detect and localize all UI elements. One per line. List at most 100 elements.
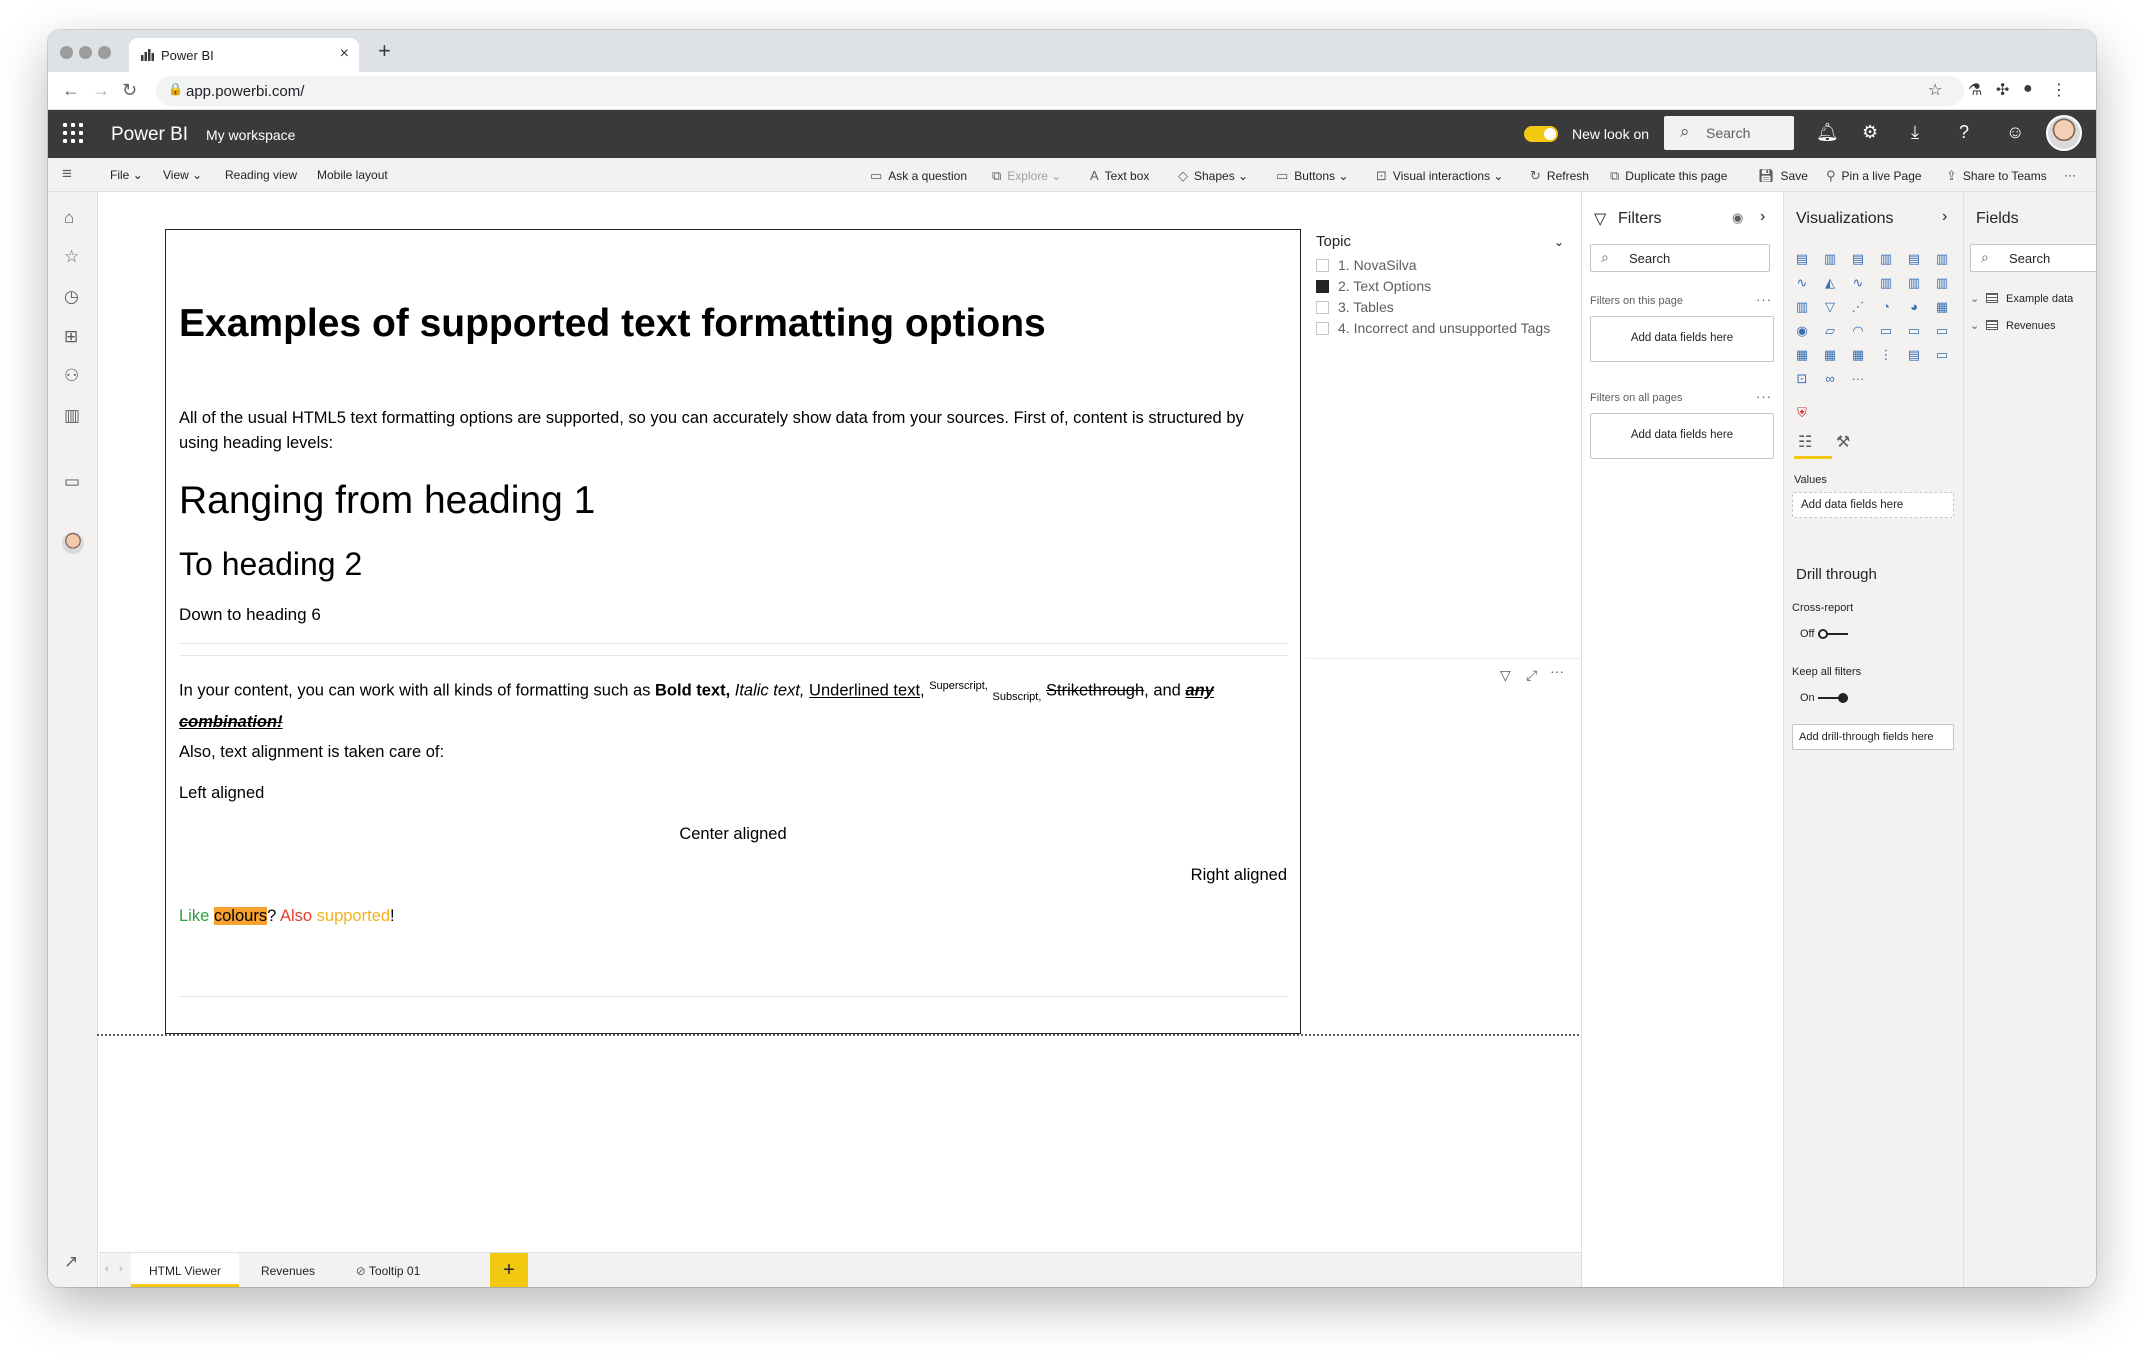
- stacked-area-visual-icon[interactable]: ∿: [1848, 274, 1868, 291]
- recent-clock-icon[interactable]: ◷: [64, 287, 79, 307]
- checkbox[interactable]: [1316, 259, 1329, 272]
- add-page-button[interactable]: +: [490, 1253, 528, 1287]
- shared-with-me-icon[interactable]: ⚇: [64, 366, 79, 386]
- workspaces-icon[interactable]: ▭: [64, 472, 80, 492]
- filters-search[interactable]: ⌕ Search: [1590, 244, 1770, 272]
- explore-button[interactable]: ⧉ Explore ⌄: [992, 168, 1061, 184]
- line-visual-icon[interactable]: ∿: [1792, 274, 1812, 291]
- chevron-down-icon[interactable]: ⌄: [1554, 235, 1564, 249]
- new-tab-icon[interactable]: +: [378, 38, 391, 64]
- reading-view-button[interactable]: Reading view: [225, 168, 297, 182]
- maximize-window-dot[interactable]: [98, 46, 111, 59]
- html-viewer-visual[interactable]: Examples of supported text formatting op…: [165, 229, 1301, 1034]
- slicer-item[interactable]: 4. Incorrect and unsupported Tags: [1316, 320, 1550, 336]
- new-look-toggle[interactable]: [1524, 126, 1558, 142]
- focus-mode-icon[interactable]: ⤢: [1526, 667, 1537, 684]
- view-menu[interactable]: View ⌄: [163, 168, 202, 182]
- area-visual-icon[interactable]: ◭: [1820, 274, 1840, 291]
- feedback-smiley-icon[interactable]: ☺: [2006, 122, 2024, 143]
- 100-bar-visual-icon[interactable]: ▤: [1904, 250, 1924, 267]
- funnel-visual-icon[interactable]: ▽: [1820, 298, 1840, 315]
- slicer-item[interactable]: 1. NovaSilva: [1316, 257, 1417, 273]
- format-paintbrush-icon[interactable]: ⚒: [1836, 432, 1850, 452]
- chevron-right-icon[interactable]: ›: [1942, 208, 1947, 226]
- treemap-visual-icon[interactable]: ▦: [1932, 298, 1952, 315]
- table-visual-icon[interactable]: ▦: [1820, 346, 1840, 363]
- values-dropzone[interactable]: Add data fields here: [1792, 492, 1954, 518]
- checkbox[interactable]: [1316, 322, 1329, 335]
- download-icon[interactable]: ⤓: [1911, 122, 1919, 143]
- slicer-visual-icon[interactable]: ▦: [1792, 346, 1812, 363]
- next-page-icon[interactable]: ›: [119, 1263, 123, 1275]
- map-visual-icon[interactable]: ◉: [1792, 322, 1812, 339]
- drill-through-dropzone[interactable]: Add drill-through fields here: [1792, 724, 1954, 750]
- card-visual-icon[interactable]: ▭: [1876, 322, 1896, 339]
- filter-icon[interactable]: ▽: [1500, 667, 1511, 684]
- gauge-visual-icon[interactable]: ◠: [1848, 322, 1868, 339]
- kpi-visual-icon[interactable]: ▭: [1932, 322, 1952, 339]
- pie-visual-icon[interactable]: ◔: [1876, 298, 1896, 315]
- file-menu[interactable]: File ⌄: [110, 168, 143, 182]
- brand-title[interactable]: Power BI: [111, 124, 188, 146]
- profile-icon[interactable]: ●: [2023, 80, 2033, 98]
- ribbon-visual-icon[interactable]: ▥: [1932, 274, 1952, 291]
- multi-row-card-visual-icon[interactable]: ▭: [1904, 322, 1924, 339]
- reload-icon[interactable]: ↻: [122, 80, 137, 101]
- extension-icon[interactable]: ⚗: [1968, 80, 1982, 100]
- key-influencers-visual-icon[interactable]: ▤: [1904, 346, 1924, 363]
- ask-question-button[interactable]: ▭ Ask a question: [870, 168, 967, 184]
- browser-menu-icon[interactable]: ⋮: [2051, 80, 2067, 100]
- duplicate-page-button[interactable]: ⧉ Duplicate this page: [1610, 168, 1727, 184]
- more-options-icon[interactable]: ···: [1756, 292, 1772, 307]
- header-search-box[interactable]: ⌕ Search: [1664, 116, 1794, 150]
- pin-live-page-button[interactable]: ⚲ Pin a live Page: [1826, 168, 1922, 184]
- address-bar[interactable]: 🔒 app.powerbi.com/: [156, 76, 1964, 106]
- close-window-dot[interactable]: [60, 46, 73, 59]
- waterfall-visual-icon[interactable]: ▥: [1792, 298, 1812, 315]
- workspace-link[interactable]: My workspace: [206, 127, 295, 143]
- fields-search[interactable]: ⌕ Search: [1970, 244, 2096, 272]
- slicer-item[interactable]: 3. Tables: [1316, 299, 1394, 315]
- user-avatar[interactable]: [2046, 115, 2082, 151]
- eye-icon[interactable]: ◉: [1732, 210, 1743, 226]
- decomposition-visual-icon[interactable]: ⋮: [1876, 346, 1896, 363]
- favorites-star-icon[interactable]: ☆: [64, 247, 79, 267]
- line-clustered-visual-icon[interactable]: ▥: [1904, 274, 1924, 291]
- visual-interactions-button[interactable]: ⊡ Visual interactions ⌄: [1376, 168, 1503, 184]
- mobile-layout-button[interactable]: Mobile layout: [317, 168, 388, 182]
- share-teams-button[interactable]: ⇪ Share to Teams: [1946, 168, 2047, 184]
- smart-narrative-visual-icon[interactable]: ⊡: [1792, 370, 1812, 387]
- 100-column-visual-icon[interactable]: ▥: [1932, 250, 1952, 267]
- app-launcher-icon[interactable]: [63, 123, 83, 143]
- line-column-visual-icon[interactable]: ▥: [1876, 274, 1896, 291]
- expand-arrow-icon[interactable]: ↗: [64, 1252, 78, 1272]
- slicer-item[interactable]: 2. Text Options: [1316, 278, 1431, 294]
- my-workspace-avatar[interactable]: [62, 532, 84, 554]
- more-visual-icon[interactable]: ···: [1848, 370, 1868, 387]
- notifications-icon[interactable]: 🔔︎: [1816, 122, 1839, 143]
- save-button[interactable]: 💾︎ Save: [1758, 168, 1808, 184]
- more-options-icon[interactable]: ···: [1550, 663, 1564, 679]
- field-table[interactable]: ⌄ Revenues: [1970, 319, 2056, 332]
- close-tab-icon[interactable]: ×: [340, 45, 349, 63]
- refresh-button[interactable]: ↻ Refresh: [1530, 168, 1589, 184]
- text-box-button[interactable]: A Text box: [1090, 168, 1149, 183]
- checkbox-checked[interactable]: [1316, 280, 1329, 293]
- shapes-button[interactable]: ◇ Shapes ⌄: [1178, 168, 1248, 184]
- checkbox[interactable]: [1316, 301, 1329, 314]
- apps-icon[interactable]: ⊞: [64, 327, 78, 347]
- prev-page-icon[interactable]: ‹: [105, 1263, 109, 1275]
- page-tab-revenues[interactable]: Revenues: [239, 1253, 337, 1287]
- page-filters-dropzone[interactable]: Add data fields here: [1590, 316, 1774, 362]
- qa-visual-icon[interactable]: ▭: [1932, 346, 1952, 363]
- hamburger-menu-icon[interactable]: ≡: [62, 164, 72, 184]
- page-tab-tooltip[interactable]: ⊘ Tooltip 01: [337, 1253, 439, 1287]
- cross-report-toggle[interactable]: Off: [1800, 628, 1848, 640]
- filled-map-visual-icon[interactable]: ▱: [1820, 322, 1840, 339]
- more-options-icon[interactable]: ···: [1756, 389, 1772, 404]
- clustered-bar-visual-icon[interactable]: ▤: [1848, 250, 1868, 267]
- minimize-window-dot[interactable]: [79, 46, 92, 59]
- html-viewer-visual-icon[interactable]: ⛨: [1792, 404, 1812, 421]
- more-options-icon[interactable]: ···: [2064, 168, 2076, 182]
- stacked-bar-visual-icon[interactable]: ▤: [1792, 250, 1812, 267]
